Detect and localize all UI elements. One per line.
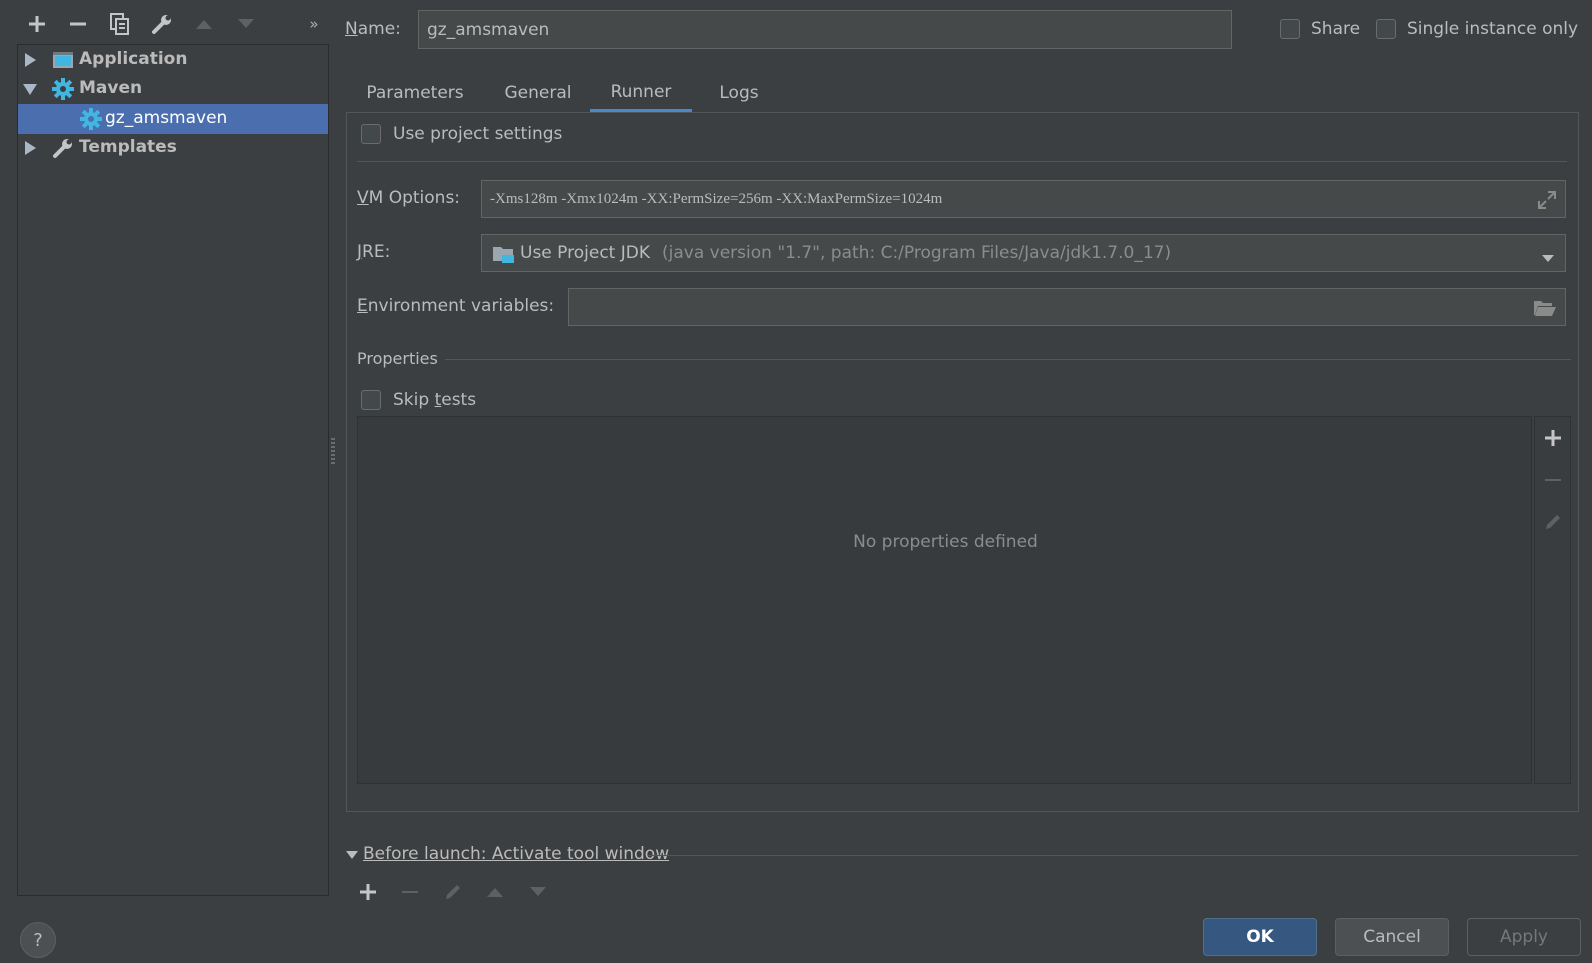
remove-icon[interactable] xyxy=(67,13,89,35)
skip-tests-label: Skip tests xyxy=(393,390,477,410)
gear-icon xyxy=(52,78,74,100)
help-icon: ? xyxy=(33,929,43,951)
single-instance-checkbox[interactable] xyxy=(1376,19,1396,39)
env-variables-field[interactable] xyxy=(568,288,1566,326)
add-property-icon[interactable] xyxy=(1543,428,1563,448)
tab-parameters[interactable]: Parameters xyxy=(355,74,475,112)
cancel-button[interactable]: Cancel xyxy=(1335,918,1449,956)
jre-detail: (java version "1.7", path: C:/Program Fi… xyxy=(662,243,1172,263)
move-task-up-icon[interactable] xyxy=(485,884,505,900)
application-icon xyxy=(52,49,74,71)
use-project-settings-checkbox[interactable] xyxy=(361,124,381,144)
tab-runner[interactable]: Runner xyxy=(590,74,692,112)
share-checkbox[interactable] xyxy=(1280,19,1300,39)
before-launch-label: Before launch: Activate tool window xyxy=(363,844,670,864)
name-field-value: gz_amsmaven xyxy=(427,19,550,40)
ok-button-label: OK xyxy=(1246,927,1274,947)
remove-property-icon[interactable] xyxy=(1543,470,1563,490)
use-project-settings-label: Use project settings xyxy=(393,124,563,144)
properties-divider xyxy=(445,359,1571,360)
vm-options-field[interactable]: -Xms128m -Xmx1024m -XX:PermSize=256m -XX… xyxy=(481,180,1566,218)
copy-icon[interactable] xyxy=(109,12,131,36)
share-label: Share xyxy=(1311,19,1361,39)
env-variables-label: Environment variables: xyxy=(357,296,555,316)
name-field[interactable]: gz_amsmaven xyxy=(418,10,1232,49)
move-up-icon[interactable] xyxy=(193,14,215,34)
folder-open-icon[interactable] xyxy=(1533,298,1557,318)
expand-icon[interactable] xyxy=(25,141,36,155)
tab-label: Parameters xyxy=(366,83,464,103)
move-down-icon[interactable] xyxy=(235,14,257,34)
empty-placeholder: No properties defined xyxy=(853,532,1038,552)
apply-button[interactable]: Apply xyxy=(1467,918,1581,956)
folder-icon xyxy=(492,244,514,264)
divider xyxy=(357,161,1567,162)
tree-item-application[interactable]: Application xyxy=(18,45,328,75)
gear-icon xyxy=(80,108,102,130)
tree-item-label: Templates xyxy=(79,137,177,157)
collapse-icon[interactable] xyxy=(23,84,37,95)
apply-button-label: Apply xyxy=(1500,927,1548,947)
before-launch-divider xyxy=(648,855,1578,856)
skip-tests-checkbox[interactable] xyxy=(361,390,381,410)
help-button[interactable]: ? xyxy=(20,922,56,958)
wrench-icon[interactable] xyxy=(150,12,174,36)
jre-label: JRE: xyxy=(357,242,391,262)
name-label: Name: xyxy=(345,19,401,39)
tab-label: General xyxy=(504,83,572,103)
add-task-icon[interactable] xyxy=(358,882,378,902)
single-instance-label: Single instance only xyxy=(1407,19,1579,39)
tab-general[interactable]: General xyxy=(488,74,588,112)
tab-label: Logs xyxy=(719,83,759,103)
jre-combobox[interactable]: Use Project JDK (java version "1.7", pat… xyxy=(481,234,1566,272)
tree-item-label: Maven xyxy=(79,78,143,98)
tree-item-label: gz_amsmaven xyxy=(105,108,228,128)
tab-label: Runner xyxy=(610,81,672,102)
edit-property-icon[interactable] xyxy=(1543,512,1563,532)
tree-item-label: Application xyxy=(79,49,188,69)
wrench-icon xyxy=(52,137,74,159)
vm-options-value: -Xms128m -Xmx1024m -XX:PermSize=256m -XX… xyxy=(490,190,943,207)
add-icon[interactable] xyxy=(26,13,48,35)
move-task-down-icon[interactable] xyxy=(528,884,548,900)
ok-button[interactable]: OK xyxy=(1203,918,1317,956)
properties-title: Properties xyxy=(357,349,438,368)
tree-item-templates[interactable]: Templates xyxy=(18,133,328,163)
splitter-handle[interactable] xyxy=(331,438,335,464)
tree-item-maven[interactable]: Maven xyxy=(18,74,328,104)
jre-value: Use Project JDK xyxy=(520,243,650,263)
remove-task-icon[interactable] xyxy=(400,882,420,902)
more-icon[interactable]: » xyxy=(305,14,323,34)
cancel-button-label: Cancel xyxy=(1363,927,1421,947)
configuration-tree: Application Maven gz_amsmaven Templates xyxy=(17,44,329,896)
expand-icon[interactable] xyxy=(1537,190,1557,210)
tab-logs[interactable]: Logs xyxy=(700,74,778,112)
chevron-down-icon[interactable] xyxy=(1541,249,1555,262)
edit-task-icon[interactable] xyxy=(443,882,463,902)
properties-table[interactable]: No properties defined xyxy=(357,416,1532,784)
name-label-rest: ame: xyxy=(357,19,401,39)
vm-options-label: VM Options: xyxy=(357,188,461,208)
tree-item-gz-amsmaven[interactable]: gz_amsmaven xyxy=(18,104,328,134)
expand-icon[interactable] xyxy=(25,53,36,67)
collapse-before-launch-icon[interactable] xyxy=(346,851,358,859)
